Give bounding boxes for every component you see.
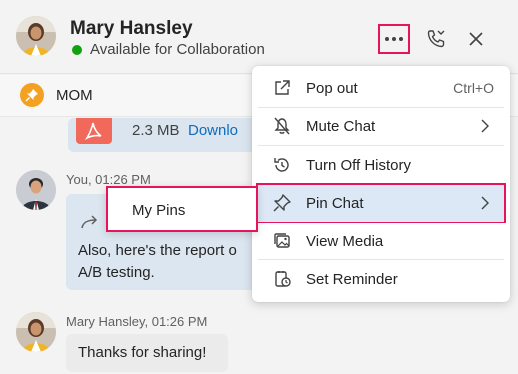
menu-item-label: Pop out (306, 79, 358, 97)
menu-divider (258, 221, 504, 222)
media-icon (274, 233, 290, 248)
menu-item-view-media[interactable]: View Media (258, 223, 504, 259)
contact-name: Mary Hansley (70, 18, 193, 39)
menu-item-label: Mute Chat (306, 117, 376, 135)
pin-chat-submenu: My Pins (106, 186, 258, 232)
phone-icon (427, 30, 445, 48)
menu-divider (258, 259, 504, 260)
menu-item-pin-chat[interactable]: Pin Chat (256, 183, 506, 223)
menu-item-label: Pin Chat (306, 194, 364, 212)
presence-status-icon (72, 45, 82, 55)
pin-badge-icon (20, 83, 44, 107)
menu-item-turn-off-history[interactable]: Turn Off History (258, 147, 504, 183)
pin-icon (273, 194, 291, 212)
pinned-label: MOM (56, 87, 93, 104)
menu-item-label: Set Reminder (306, 270, 398, 288)
menu-item-label: Turn Off History (306, 156, 412, 174)
pdf-file-icon (76, 118, 112, 144)
menu-item-label: View Media (306, 232, 384, 250)
more-options-menu: Pop out Ctrl+O Mute Chat Turn Off Histor… (252, 66, 510, 302)
menu-item-mute-chat[interactable]: Mute Chat (258, 108, 504, 144)
mute-icon (274, 117, 290, 135)
pop-out-icon (275, 80, 290, 95)
more-dots-icon (385, 37, 403, 41)
menu-item-pop-out[interactable]: Pop out Ctrl+O (258, 70, 504, 106)
file-size: 2.3 MB (132, 122, 180, 139)
presence-status-text: Available for Collaboration (90, 41, 265, 58)
message-text: Thanks for sharing! (78, 344, 207, 361)
close-button[interactable] (460, 24, 492, 54)
download-link[interactable]: Downlo (188, 122, 238, 139)
menu-item-shortcut: Ctrl+O (453, 80, 494, 96)
message-meta: You, 01:26 PM (66, 172, 151, 187)
chevron-right-icon (481, 196, 489, 210)
close-icon (469, 32, 483, 46)
message-meta: Mary Hansley, 01:26 PM (66, 314, 208, 329)
contact-avatar[interactable] (16, 16, 56, 56)
submenu-item-my-pins[interactable]: My Pins (132, 202, 185, 219)
menu-item-set-reminder[interactable]: Set Reminder (258, 261, 504, 297)
message-bubble[interactable]: Thanks for sharing! (66, 334, 228, 372)
sender-avatar[interactable] (16, 170, 56, 210)
chevron-right-icon (481, 119, 489, 133)
call-button[interactable] (420, 24, 452, 54)
menu-divider (258, 145, 504, 146)
menu-divider (258, 183, 504, 184)
sender-avatar[interactable] (16, 312, 56, 352)
more-options-button[interactable] (378, 24, 410, 54)
chat-header: Mary Hansley Available for Collaboration (0, 0, 518, 74)
reminder-icon (275, 271, 291, 287)
history-icon (274, 158, 289, 172)
forward-arrow-icon (81, 215, 98, 229)
